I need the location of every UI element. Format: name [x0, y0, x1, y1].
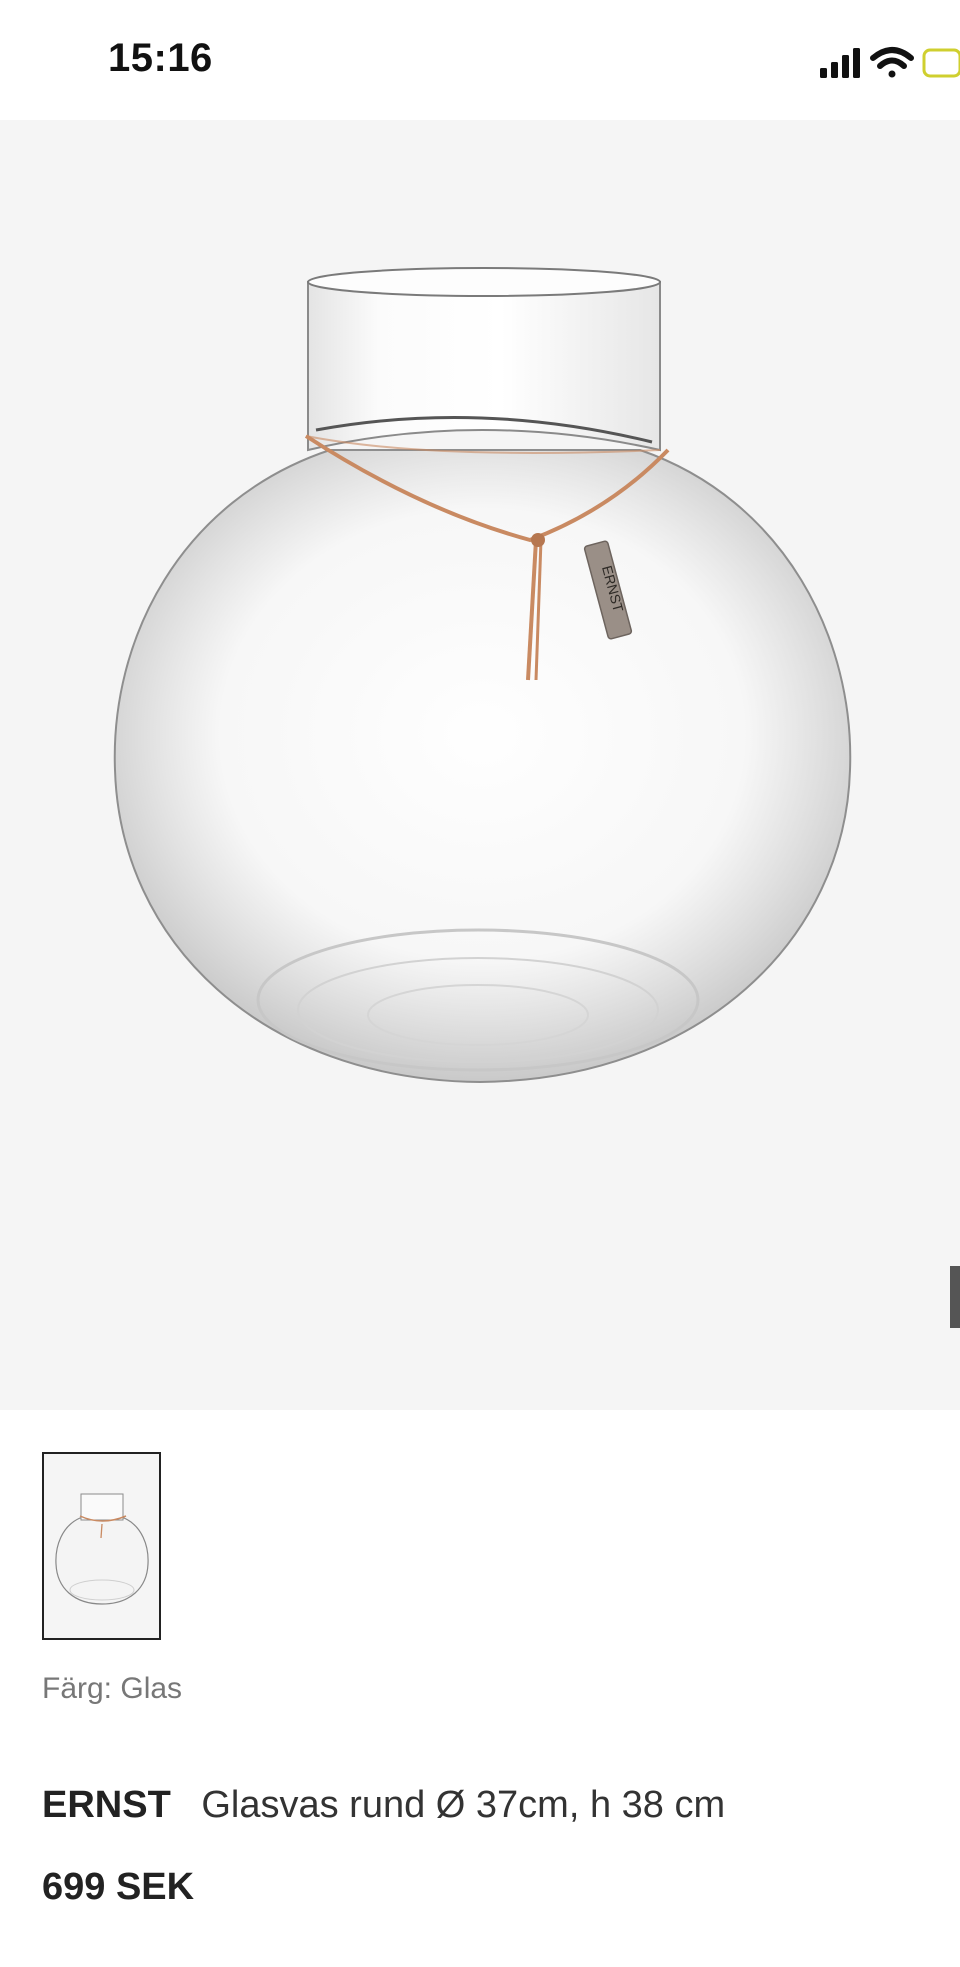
product-name: Glasvas rund Ø 37cm, h 38 cm: [201, 1784, 726, 1826]
wifi-icon: [870, 47, 914, 78]
product-title: ERNST Glasvas rund Ø 37cm, h 38 cm: [42, 1784, 725, 1827]
battery-icon: [922, 48, 960, 78]
signal-icon: [820, 48, 860, 78]
status-icons: [820, 44, 960, 84]
status-bar: 15:16: [0, 0, 960, 120]
vase-thumbnail[interactable]: [42, 1452, 161, 1640]
color-label: Färg: Glas: [42, 1672, 183, 1705]
price: 699 SEK: [42, 1866, 195, 1908]
scroll-indicator[interactable]: [950, 1266, 960, 1328]
vase-image: ERNST: [113, 267, 852, 1084]
product-image[interactable]: ERNST: [0, 120, 960, 1410]
brand-name: ERNST: [42, 1784, 171, 1826]
status-time: 15:16: [108, 36, 213, 80]
